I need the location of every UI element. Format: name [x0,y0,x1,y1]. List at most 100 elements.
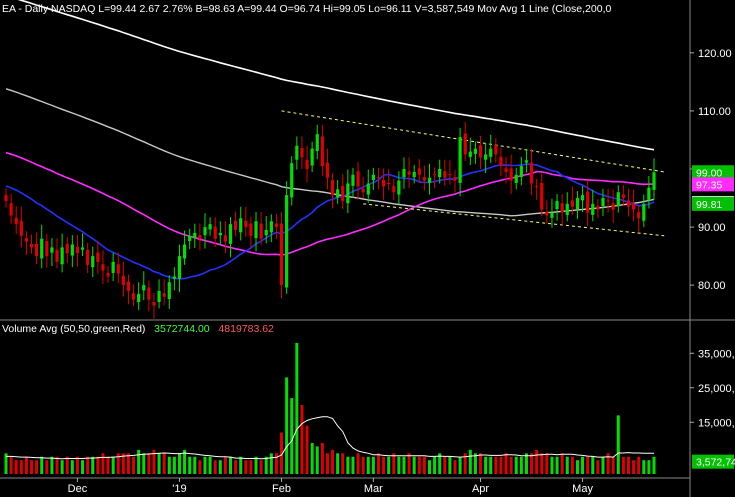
volume-bar [193,456,197,474]
volume-bar [24,456,28,474]
volume-bar [652,456,656,474]
volume-bar [9,456,13,474]
volume-bar [494,456,498,474]
volume-bar [586,456,590,474]
candle-body [371,174,375,181]
volume-bar [509,456,513,474]
candle-body [320,136,324,167]
volume-bar [499,456,503,474]
candle-body [637,211,641,219]
volume-bar [305,425,309,474]
candle-body [458,137,462,183]
volume-bar [75,456,79,474]
volume-bar [325,453,329,474]
volume-bar [264,456,268,474]
candle-body [392,185,396,193]
candle-body [540,182,544,210]
candle-body [402,169,406,178]
candle-body [387,182,391,184]
candle-body [652,172,656,190]
volume-bar [565,456,569,474]
volume-bar [172,456,176,474]
volume-bar [473,453,477,474]
volume-bar [443,456,447,474]
candle-body [631,203,636,210]
volume-bar [81,460,85,474]
candle-body [60,247,64,265]
time-tick-label: May [572,483,593,495]
candle-body [642,203,646,221]
candle-body [188,235,192,242]
price-tick-label: 90.00 [698,222,726,234]
candle-body [336,189,340,198]
candle-body [366,183,370,195]
candle-body [29,243,34,248]
candle-body [427,177,432,183]
volume-bar [290,398,294,474]
candle-body [193,232,197,239]
volume-bar [60,460,64,474]
volume-bar [126,453,130,474]
volume-bar [642,460,646,474]
volume-tick-label: 25,000,000 [698,383,735,395]
volume-bar [545,453,549,474]
volume-bar [560,453,564,474]
candle-body [50,247,54,253]
candle-body [213,226,217,239]
moving-averages [5,0,655,280]
candle-body [330,180,335,196]
candle-body [269,221,273,233]
volume-bar [55,456,59,474]
volume-bar [601,456,605,474]
volume-bar [86,456,90,474]
candle-body [223,235,228,242]
candle-body [422,177,426,181]
candle-body [126,281,131,291]
candle-body [295,145,299,160]
volume-bar [30,460,34,474]
candle-body [647,187,651,201]
volume-bar [366,456,370,474]
candle-body [45,241,49,257]
candle-body [570,200,574,207]
candle-body [40,238,44,259]
volume-bar [621,456,625,474]
candle-body [285,195,289,288]
candle-body [35,243,39,257]
volume-bar [632,460,636,474]
time-tick-label: Dec [68,483,88,495]
candle-body [208,224,212,230]
candle-body [162,293,166,297]
volume-bar [300,405,304,474]
volume-bar [504,453,508,474]
volume-bar [234,460,238,474]
price-tick-label: 80.00 [698,280,726,292]
candle-body [96,252,100,262]
candle-body [545,211,549,216]
time-tick-label: Feb [272,483,291,495]
price-tick-label: 110.00 [698,106,731,118]
candle-body [448,174,452,176]
volume-bar [142,453,146,474]
volume-bar [351,456,355,474]
candle-body [239,218,243,233]
volume-bars [4,342,656,474]
volume-bar [254,456,258,474]
candle-body [580,195,585,201]
candle-body [341,185,345,201]
volume-bar [626,456,630,474]
candle-body [494,145,498,155]
candle-body [203,227,207,236]
volume-bar [331,449,335,474]
candle-body [131,293,136,300]
volume-bar [448,456,452,474]
volume-bar [371,456,375,474]
candle-body [381,180,386,187]
candle-body [259,223,263,239]
candle-body [86,249,90,265]
candle-body [249,223,253,236]
volume-bar [188,456,192,474]
candle-body [244,220,248,228]
candle-body [9,203,13,216]
candle-body [484,154,488,160]
